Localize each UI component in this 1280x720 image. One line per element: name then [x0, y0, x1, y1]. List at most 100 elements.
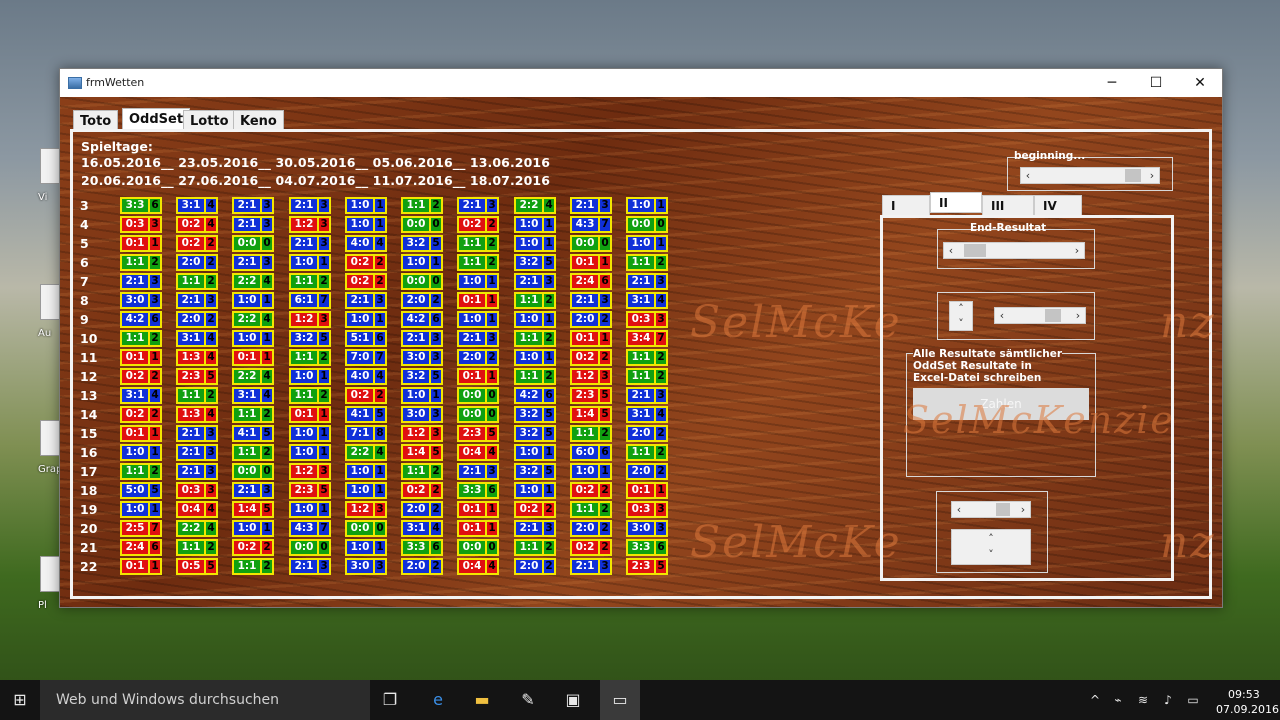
goal-total: 1 — [262, 294, 272, 307]
chevron-down-icon[interactable]: ˅ — [950, 317, 972, 330]
edge-browser-icon[interactable]: e — [418, 680, 458, 720]
minimize-button[interactable]: ─ — [1090, 69, 1134, 97]
goal-total: 3 — [656, 313, 666, 326]
result-cell: 1:1 2 — [176, 539, 218, 556]
goal-total: 3 — [600, 294, 610, 307]
chevron-up-icon[interactable]: ^ — [1085, 680, 1105, 720]
task-view-icon[interactable]: ❐ — [370, 680, 410, 720]
result-cell: 2:1 3 — [232, 254, 274, 271]
taskbar-search[interactable]: Web und Windows durchsuchen — [40, 680, 370, 720]
network-icon[interactable]: ⌁ — [1108, 680, 1128, 720]
result-cell: 3:0 3 — [401, 349, 443, 366]
result-cell: 1:0 1 — [514, 349, 556, 366]
result-cell: 1:0 1 — [232, 520, 274, 537]
goal-total: 7 — [600, 218, 610, 231]
match-score: 1:0 — [291, 427, 317, 440]
result-cell: 1:0 1 — [289, 501, 331, 518]
chevron-left-icon[interactable]: ‹ — [952, 502, 966, 517]
match-score: 2:1 — [403, 332, 429, 345]
goal-total: 3 — [600, 560, 610, 573]
scroll-thumb[interactable] — [1045, 309, 1061, 322]
goal-total: 1 — [544, 351, 554, 364]
visual-studio-icon[interactable]: ▣ — [553, 680, 593, 720]
goal-total: 1 — [262, 332, 272, 345]
chevron-left-icon[interactable]: ‹ — [1021, 168, 1035, 183]
goal-total: 2 — [487, 218, 497, 231]
lower-vertical-spinner[interactable]: ˄ ˅ — [951, 529, 1031, 565]
goal-total: 5 — [262, 503, 272, 516]
end-result-scrollbar[interactable]: ‹ › — [943, 242, 1085, 259]
chevron-left-icon[interactable]: ‹ — [944, 243, 958, 258]
match-score: 2:1 — [178, 294, 204, 307]
result-cell: 2:0 2 — [626, 463, 668, 480]
match-score: 1:1 — [572, 503, 598, 516]
spinner-scrollbar[interactable]: ‹ › — [994, 307, 1086, 324]
match-score: 0:0 — [347, 522, 373, 535]
goal-total: 4 — [262, 389, 272, 402]
notification-icon[interactable]: ▭ — [1183, 680, 1203, 720]
match-score: 1:1 — [628, 446, 654, 459]
goal-total: 3 — [375, 294, 385, 307]
match-score: 2:1 — [291, 560, 317, 573]
clock-date[interactable]: 07.09.2016 — [1216, 703, 1279, 716]
tab-iii[interactable]: III — [982, 195, 1034, 217]
tab-i[interactable]: I — [882, 195, 930, 217]
match-score: 0:2 — [234, 541, 260, 554]
match-score: 2:0 — [572, 522, 598, 535]
maximize-button[interactable]: ☐ — [1134, 69, 1178, 97]
goal-total: 3 — [656, 389, 666, 402]
result-cell: 2:1 3 — [457, 463, 499, 480]
chevron-right-icon[interactable]: › — [1071, 308, 1085, 323]
close-button[interactable]: ✕ — [1178, 69, 1222, 97]
scroll-thumb[interactable] — [964, 244, 986, 257]
match-score: 1:0 — [122, 446, 148, 459]
clock-time[interactable]: 09:53 — [1228, 688, 1260, 701]
tab-oddset[interactable]: OddSet — [122, 108, 191, 130]
result-cell: 0:2 2 — [345, 387, 387, 404]
chevron-down-icon[interactable]: ˅ — [952, 548, 1030, 561]
beginning-scrollbar[interactable]: ‹ › — [1020, 167, 1160, 184]
match-score: 0:0 — [291, 541, 317, 554]
match-score: 1:0 — [516, 446, 542, 459]
goal-total: 7 — [150, 522, 160, 535]
title-bar[interactable]: frmWetten ─ ☐ ✕ — [60, 69, 1222, 97]
goal-total: 1 — [150, 503, 160, 516]
match-score: 1:0 — [516, 218, 542, 231]
tab-ii[interactable]: II — [930, 192, 982, 213]
goal-total: 1 — [600, 465, 610, 478]
chevron-right-icon[interactable]: › — [1145, 168, 1159, 183]
scroll-thumb[interactable] — [1125, 169, 1141, 182]
file-explorer-icon[interactable]: ▬ — [462, 680, 502, 720]
match-score: 0:2 — [572, 541, 598, 554]
goal-total: 5 — [431, 237, 441, 250]
tab-iv[interactable]: IV — [1034, 195, 1082, 217]
paint-icon[interactable]: ✎ — [508, 680, 548, 720]
goal-total: 3 — [375, 503, 385, 516]
row-number: 22 — [80, 559, 98, 574]
goal-total: 3 — [656, 275, 666, 288]
chevron-right-icon[interactable]: › — [1070, 243, 1084, 258]
chevron-up-icon[interactable]: ˄ — [952, 532, 1030, 545]
scroll-thumb[interactable] — [996, 503, 1010, 516]
row-number: 14 — [80, 407, 98, 422]
match-score: 1:0 — [347, 465, 373, 478]
result-cell: 1:0 1 — [345, 311, 387, 328]
match-score: 0:4 — [459, 560, 485, 573]
chevron-up-icon[interactable]: ˄ — [950, 302, 972, 315]
chevron-right-icon[interactable]: › — [1016, 502, 1030, 517]
match-score: 1:0 — [516, 351, 542, 364]
goal-total: 5 — [206, 560, 216, 573]
wifi-icon[interactable]: ≋ — [1133, 680, 1153, 720]
goal-total: 2 — [375, 389, 385, 402]
chevron-left-icon[interactable]: ‹ — [995, 308, 1009, 323]
windows-start-icon[interactable]: ⊞ — [0, 680, 40, 720]
goal-total: 7 — [375, 351, 385, 364]
result-cell: 1:1 2 — [120, 463, 162, 480]
vertical-spinner[interactable]: ˄ ˅ — [949, 301, 973, 331]
match-score: 0:0 — [628, 218, 654, 231]
result-cell: 0:3 3 — [626, 501, 668, 518]
result-cell: 0:2 2 — [570, 482, 612, 499]
volume-icon[interactable]: ♪ — [1158, 680, 1178, 720]
frmwetten-taskbar-icon[interactable]: ▭ — [600, 680, 640, 720]
lower-scrollbar[interactable]: ‹ › — [951, 501, 1031, 518]
